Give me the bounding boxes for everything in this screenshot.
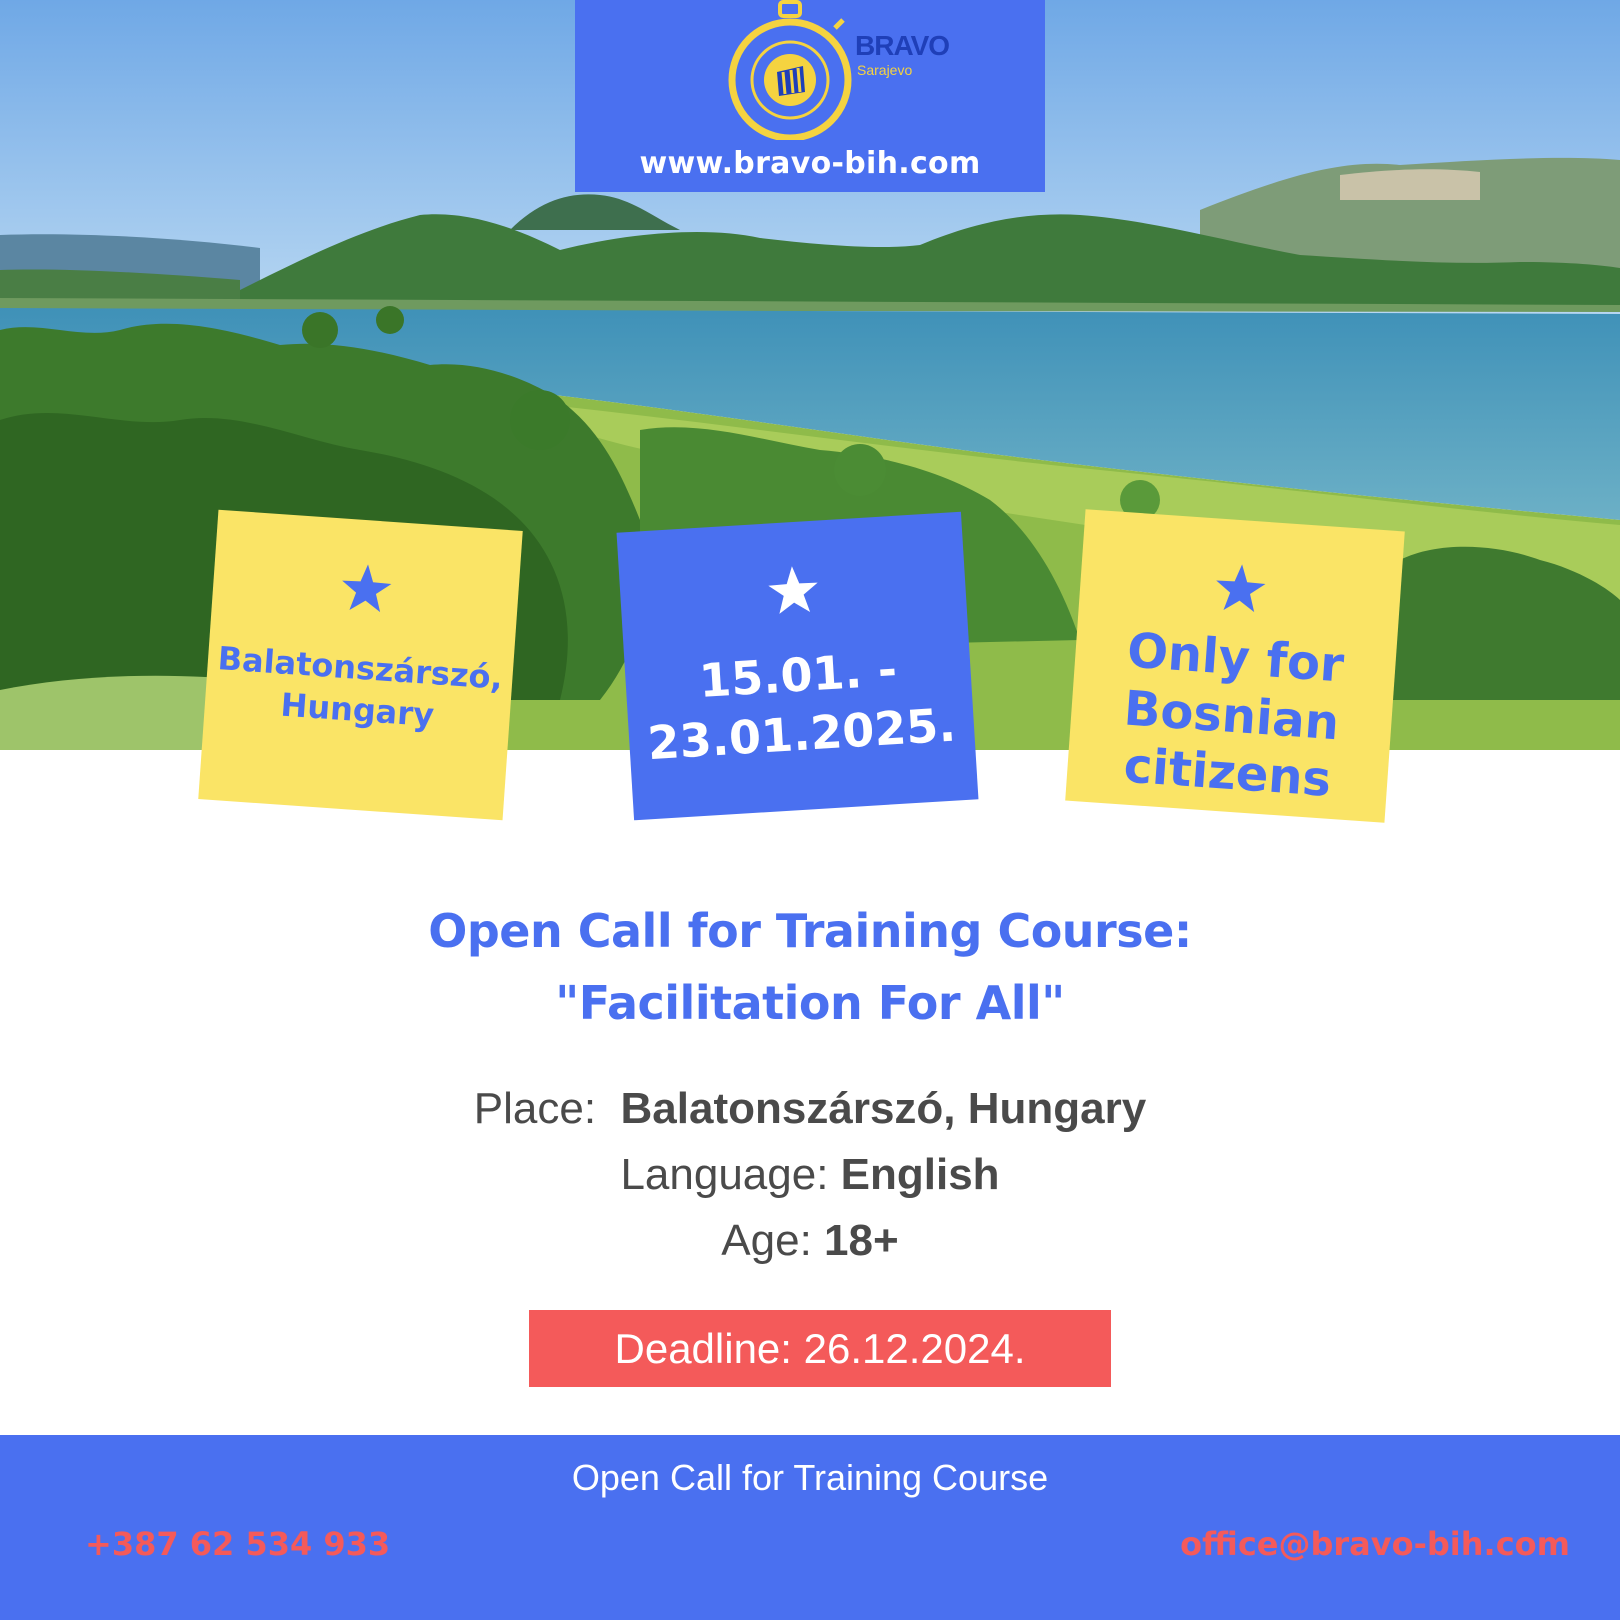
star-icon: [341, 564, 391, 613]
eligibility-note-text: Only for Bosnian citizens: [1122, 622, 1346, 809]
stopwatch-logo-icon: [728, 0, 852, 140]
page-title: Open Call for Training Course: "Facilita…: [0, 895, 1620, 1039]
age-label: Age:: [721, 1216, 825, 1265]
deadline-badge: Deadline: 26.12.2024.: [529, 1310, 1111, 1387]
dates-note: 15.01. - 23.01.2025.: [616, 511, 979, 821]
footer: Open Call for Training Course +387 62 53…: [0, 1435, 1620, 1620]
place-note: Balatonszárszó, Hungary: [198, 509, 523, 821]
footer-title: Open Call for Training Course: [571, 1457, 1049, 1498]
logo-city: Sarajevo: [857, 62, 913, 78]
star-icon: [767, 566, 818, 614]
phone-link[interactable]: +387 62 534 933: [85, 1525, 390, 1563]
language-row: Language: English: [0, 1142, 1620, 1208]
place-value: Balatonszárszó, Hungary: [620, 1084, 1147, 1133]
dates-note-text: 15.01. - 23.01.2025.: [646, 641, 958, 771]
eligibility-note: Only for Bosnian citizens: [1065, 509, 1405, 823]
email-link[interactable]: office@bravo-bih.com: [1180, 1525, 1570, 1563]
place-row: Place: Balatonszárszó, Hungary: [0, 1076, 1620, 1142]
star-icon: [1216, 564, 1266, 613]
place-note-text: Balatonszárszó, Hungary: [216, 639, 505, 734]
age-value: 18+: [824, 1216, 899, 1265]
place-label: Place:: [473, 1084, 621, 1133]
logo-name: BRAVO: [855, 30, 950, 61]
age-row: Age: 18+: [0, 1208, 1620, 1274]
language-label: Language:: [620, 1150, 841, 1199]
website-url[interactable]: www.bravo-bih.com: [575, 146, 1045, 181]
title-line-2: "Facilitation For All": [555, 976, 1065, 1030]
language-value: English: [840, 1150, 1000, 1199]
course-details: Place: Balatonszárszó, Hungary Language:…: [0, 1076, 1620, 1274]
logo-banner[interactable]: BRAVO Sarajevo www.bravo-bih.com: [575, 0, 1045, 192]
title-line-1: Open Call for Training Course:: [428, 904, 1192, 958]
